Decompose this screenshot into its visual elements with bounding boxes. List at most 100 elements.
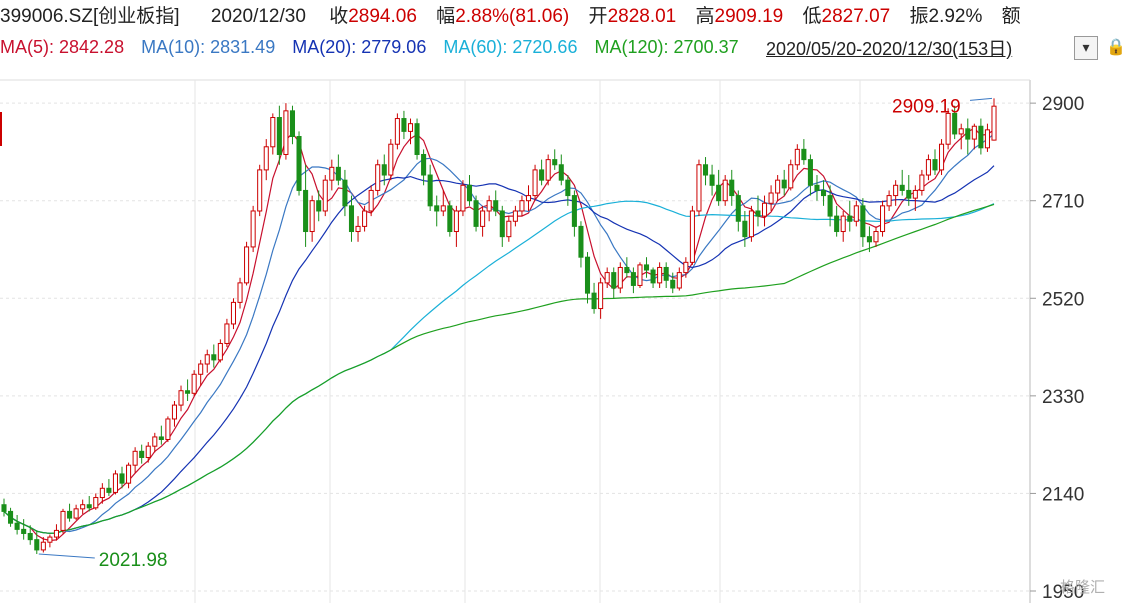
candle-down [106, 487, 112, 493]
candle-up [217, 342, 223, 361]
y-tick-label: 2140 [1042, 484, 1084, 505]
candle-up [748, 210, 754, 238]
candle-up [126, 464, 132, 484]
candle-up [984, 129, 990, 149]
ma-line-ma10 [3, 133, 995, 534]
candle-down [702, 164, 709, 176]
candle-up [925, 159, 931, 176]
amplitude-label: 振 [909, 6, 929, 27]
open-value: 2828.01 [607, 6, 677, 27]
ma5-legend: MA(5): 2842.28 [0, 37, 124, 57]
candle-up [657, 266, 663, 284]
candle-up [230, 301, 237, 325]
ma-line-ma120 [3, 203, 995, 534]
high-label: 高 [695, 6, 715, 27]
candle-down [624, 266, 630, 274]
candle-up [480, 210, 486, 227]
candle-down [348, 205, 355, 233]
candle-down [827, 195, 833, 217]
candle-down [906, 189, 912, 199]
candle-down [866, 236, 872, 243]
candle-up [145, 445, 151, 458]
candle-up [880, 205, 886, 233]
candle-up [375, 164, 381, 191]
candle-up [250, 210, 256, 248]
candle-down [899, 184, 905, 191]
candle-down [716, 184, 722, 202]
candle-up [873, 231, 879, 243]
candle-up [165, 418, 171, 441]
candle-down [565, 179, 571, 197]
candle-up [991, 105, 997, 141]
candle-down [932, 159, 938, 171]
y-tick-label: 2520 [1042, 289, 1084, 310]
low-label: 低 [802, 6, 822, 27]
candle-up [794, 148, 800, 166]
candle-up [263, 146, 269, 171]
candle-down [14, 522, 20, 530]
candle-up [394, 118, 400, 145]
ma20-legend: MA(20): 2779.06 [292, 37, 426, 57]
candle-up [886, 195, 892, 207]
candle-up [93, 497, 99, 509]
candle-down [21, 528, 27, 534]
candle-up [912, 189, 918, 199]
ma-line-ma5 [3, 127, 995, 542]
candle-down [158, 436, 164, 441]
candle-up [525, 195, 532, 202]
candle-up [683, 261, 689, 274]
candle-up [617, 266, 623, 289]
candle-down [814, 184, 820, 191]
chevron-down-icon[interactable]: ▾ [1074, 36, 1098, 60]
candle-up [112, 473, 118, 493]
date-range-selector[interactable]: 2020/05/20-2020/12/30(153日) [766, 38, 1012, 60]
candle-up [775, 179, 781, 194]
candle-up [637, 264, 643, 286]
candle-up [532, 169, 538, 197]
candle-up [368, 189, 374, 212]
change-value: 2.88%(81.06) [455, 6, 570, 27]
candle-up [73, 508, 79, 519]
close-label: 收 [329, 6, 349, 27]
ma20-label: MA(20): [292, 37, 357, 57]
low-pointer-line [38, 553, 95, 559]
candle-down [434, 205, 440, 212]
candle-down [584, 256, 591, 294]
candle-up [329, 166, 335, 181]
candle-up [171, 404, 177, 420]
candle-down [289, 110, 296, 138]
candle-up [309, 200, 315, 233]
candle-up [440, 205, 446, 212]
candle-down [86, 504, 92, 509]
lock-icon[interactable]: 🔒 [1106, 38, 1126, 58]
candle-up [761, 202, 768, 217]
candle-down [427, 174, 433, 207]
candle-down [493, 200, 499, 212]
candle-down [821, 189, 827, 197]
change-label: 幅 [436, 6, 456, 27]
candlestick-chart: 2900271025202330214019502909.192021.98 [0, 79, 1084, 603]
candle-down [276, 117, 282, 155]
ma120-label: MA(120): [594, 37, 669, 57]
low-annotation: 2021.98 [99, 550, 168, 571]
candle-down [211, 354, 217, 361]
candle-up [689, 210, 695, 263]
y-tick-label: 2900 [1042, 94, 1084, 115]
candle-down [630, 272, 636, 286]
candle-down [742, 220, 748, 238]
candle-down [185, 390, 191, 394]
candle-up [958, 128, 964, 135]
y-tick-label: 2710 [1042, 192, 1084, 213]
amount-label: 额 [1001, 6, 1021, 27]
candle-up [60, 510, 66, 531]
candle-down [499, 210, 505, 238]
ma10-label: MA(10): [141, 37, 206, 57]
candle-up [453, 210, 459, 233]
candle-down [421, 153, 427, 176]
candle-up [53, 529, 59, 538]
candle-down [67, 510, 73, 519]
candle-up [283, 110, 289, 155]
candle-up [598, 282, 604, 310]
candle-down [860, 205, 866, 238]
ma120-value: 2700.37 [673, 37, 739, 57]
